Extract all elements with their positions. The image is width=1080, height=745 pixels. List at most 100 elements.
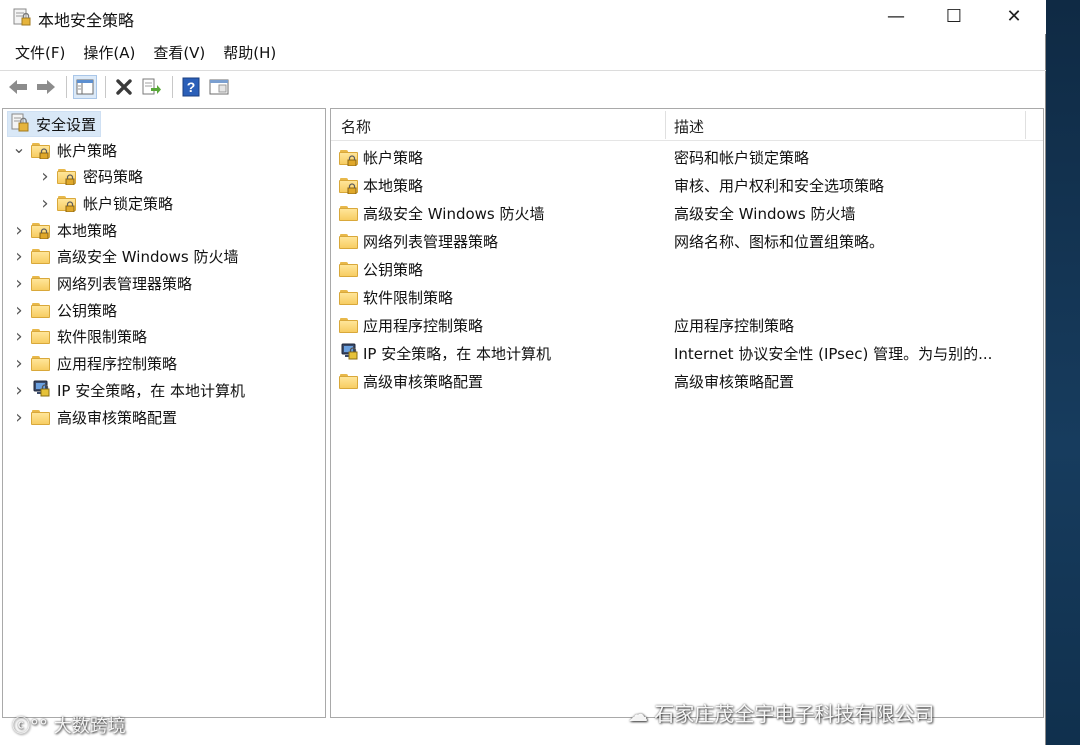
tree-item[interactable]: › 高级审核策略配置 xyxy=(11,404,177,430)
list-item-name-text: 高级安全 Windows 防火墙 xyxy=(363,204,545,223)
list-item[interactable]: 帐户策略 密码和帐户锁定策略 xyxy=(331,143,1043,171)
chevron-right-icon[interactable]: › xyxy=(11,353,27,374)
maximize-button[interactable]: ☐ xyxy=(924,0,984,32)
chevron-right-icon[interactable]: › xyxy=(11,273,27,294)
locked-folder-icon xyxy=(57,195,77,212)
minimize-button[interactable]: — xyxy=(866,0,926,32)
tree-pane: 安全设置 ⌄ 帐户策略 › 密码策略 › 帐户锁定策略 › 本地策略 › 高级安全 Windows… xyxy=(2,108,326,718)
tree-item[interactable]: › 帐户锁定策略 xyxy=(37,190,173,216)
list-item[interactable]: 软件限制策略 xyxy=(331,283,1043,311)
ip-security-icon xyxy=(339,341,359,365)
locked-folder-icon xyxy=(339,177,359,194)
show-hide-tree-icon xyxy=(76,79,94,94)
chevron-right-icon[interactable]: › xyxy=(11,326,27,347)
menu-file[interactable]: 文件(F) xyxy=(6,40,74,65)
menu-help[interactable]: 帮助(H) xyxy=(214,40,285,65)
tree-item-label: IP 安全策略，在 本地计算机 xyxy=(57,381,246,400)
list-item-name: IP 安全策略，在 本地计算机 xyxy=(339,341,551,365)
list-item[interactable]: 应用程序控制策略 应用程序控制策略 xyxy=(331,311,1043,339)
tree-root-security-settings[interactable]: 安全设置 xyxy=(7,111,102,137)
back-arrow-icon xyxy=(9,79,27,94)
list-item[interactable]: 本地策略 审核、用户权利和安全选项策略 xyxy=(331,171,1043,199)
list-item-name-text: 帐户策略 xyxy=(363,148,424,167)
minimize-icon: — xyxy=(887,5,905,27)
export-list-button[interactable] xyxy=(140,75,164,99)
tree-item[interactable]: › IP 安全策略，在 本地计算机 xyxy=(11,377,245,403)
list-item-name: 高级审核策略配置 xyxy=(339,371,483,392)
console-view-icon xyxy=(209,79,229,94)
list-pane: 名称 描述 帐户策略 密码和帐户锁定策略 本地策略 审核、用户权利和安全选项策略 高级安… xyxy=(330,108,1044,718)
folder-icon xyxy=(339,289,359,306)
chevron-down-icon[interactable]: ⌄ xyxy=(11,138,27,157)
folder-icon xyxy=(339,205,359,222)
list-item[interactable]: IP 安全策略，在 本地计算机 Internet 协议安全性 (IPsec) 管理… xyxy=(331,339,1043,367)
list-item-name-text: IP 安全策略，在 本地计算机 xyxy=(363,344,552,363)
back-button[interactable] xyxy=(6,75,30,99)
list-header: 名称 描述 xyxy=(331,109,1043,141)
list-item[interactable]: 网络列表管理器策略 网络名称、图标和位置组策略。 xyxy=(331,227,1043,255)
list-item-name: 本地策略 xyxy=(339,175,423,196)
folder-icon xyxy=(31,355,51,372)
chevron-right-icon[interactable]: › xyxy=(11,246,27,267)
delete-button[interactable] xyxy=(112,75,136,99)
watermark-right: ☁ 石家庄茂全宇电子科技有限公司 xyxy=(628,698,934,727)
column-divider[interactable] xyxy=(665,111,666,139)
list-item-name: 公钥策略 xyxy=(339,259,423,280)
local-security-policy-window: 本地安全策略 — ☐ ✕ 文件(F) 操作(A) 查看(V) 帮助(H) ? 安… xyxy=(0,0,1046,745)
show-hide-tree-button[interactable] xyxy=(73,74,97,99)
chevron-right-icon[interactable]: › xyxy=(11,220,27,241)
toolbar-separator xyxy=(66,75,67,98)
tree-item[interactable]: › 高级安全 Windows 防火墙 xyxy=(11,244,239,270)
menu-view[interactable]: 查看(V) xyxy=(144,40,214,65)
list-item-name-text: 高级审核策略配置 xyxy=(363,372,484,391)
toolbar: ? xyxy=(0,70,1046,102)
tree-item-label: 高级安全 Windows 防火墙 xyxy=(57,248,239,267)
tree-item-label: 帐户策略 xyxy=(57,141,118,160)
tree-item-label: 应用程序控制策略 xyxy=(57,355,178,374)
close-button[interactable]: ✕ xyxy=(984,0,1044,32)
chevron-right-icon[interactable]: › xyxy=(37,166,53,187)
list-item-name: 高级安全 Windows 防火墙 xyxy=(339,203,545,224)
wechat-icon: ☁ xyxy=(628,702,655,726)
close-icon: ✕ xyxy=(1006,5,1022,27)
export-list-icon xyxy=(142,78,161,94)
column-header-name[interactable]: 名称 xyxy=(341,116,371,137)
tree-item[interactable]: › 网络列表管理器策略 xyxy=(11,271,192,297)
list-item[interactable]: 高级审核策略配置 高级审核策略配置 xyxy=(331,367,1043,395)
chevron-right-icon[interactable]: › xyxy=(37,193,53,214)
folder-icon xyxy=(31,302,51,319)
svg-text:?: ? xyxy=(187,79,196,95)
folder-icon xyxy=(31,248,51,265)
chevron-right-icon[interactable]: › xyxy=(11,380,27,401)
tree-item-label: 软件限制策略 xyxy=(57,328,148,347)
delete-icon xyxy=(116,78,132,95)
tree-item[interactable]: ⌄ 帐户策略 xyxy=(11,137,117,163)
tree-item[interactable]: › 本地策略 xyxy=(11,217,117,243)
security-settings-icon xyxy=(10,112,30,136)
tree-item-label: 密码策略 xyxy=(83,168,144,187)
watermark-left-logo: ⓒ°° xyxy=(12,716,54,737)
help-button[interactable]: ? xyxy=(179,75,203,99)
desktop-background xyxy=(1046,0,1080,745)
list-item[interactable]: 高级安全 Windows 防火墙 高级安全 Windows 防火墙 xyxy=(331,199,1043,227)
maximize-icon: ☐ xyxy=(945,5,963,27)
tree-root-label: 安全设置 xyxy=(36,115,97,134)
tree-item[interactable]: › 应用程序控制策略 xyxy=(11,351,177,377)
tree-item[interactable]: › 软件限制策略 xyxy=(11,324,147,350)
menu-action[interactable]: 操作(A) xyxy=(74,40,144,65)
list-item[interactable]: 公钥策略 xyxy=(331,255,1043,283)
column-divider[interactable] xyxy=(1025,111,1026,139)
column-header-description[interactable]: 描述 xyxy=(674,116,704,137)
tree-item[interactable]: › 密码策略 xyxy=(37,164,143,190)
list-item-name-text: 本地策略 xyxy=(363,176,424,195)
chevron-right-icon[interactable]: › xyxy=(11,407,27,428)
forward-arrow-icon xyxy=(37,79,55,94)
tree-item[interactable]: › 公钥策略 xyxy=(11,297,117,323)
watermark-left: ⓒ°° 大数跨境 xyxy=(12,712,126,738)
locked-folder-icon xyxy=(31,142,51,159)
forward-button[interactable] xyxy=(34,75,58,99)
chevron-right-icon[interactable]: › xyxy=(11,300,27,321)
list-item-description: Internet 协议安全性 (IPsec) 管理。为与别的... xyxy=(674,344,993,363)
toolbar-separator xyxy=(105,75,106,98)
console-view-button[interactable] xyxy=(207,75,231,99)
